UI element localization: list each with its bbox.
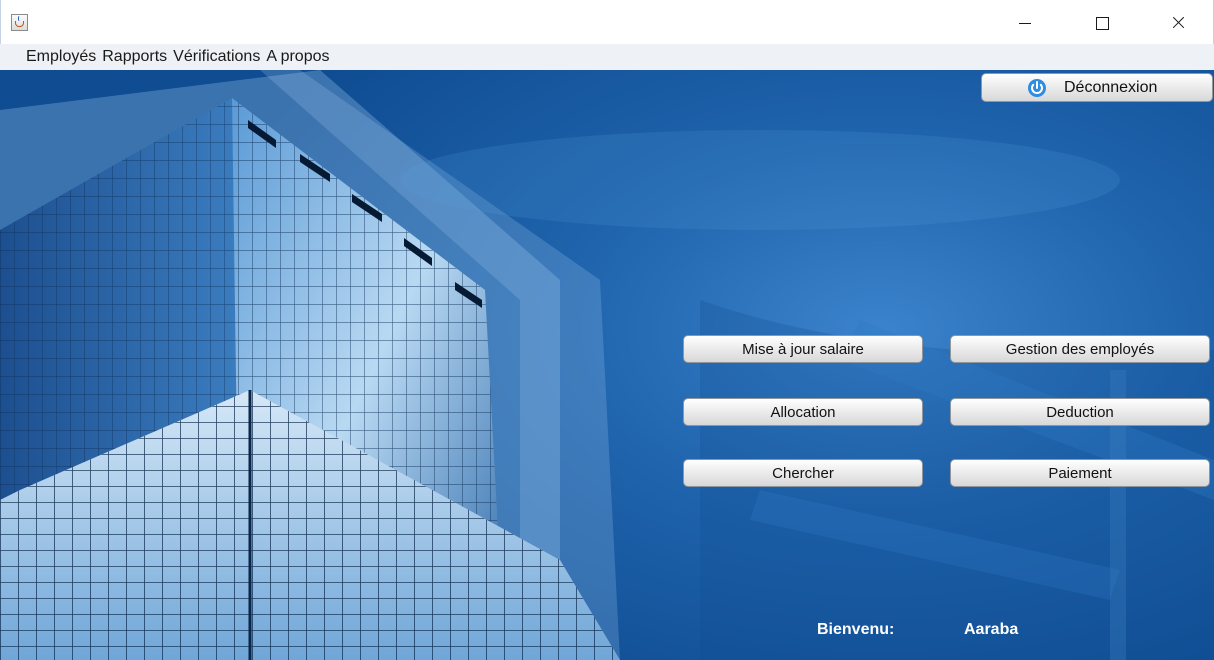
maximize-icon[interactable] [1079,12,1125,34]
search-button[interactable]: Chercher [683,459,923,487]
menu-employes[interactable]: Employés [26,46,96,68]
manage-employees-button[interactable]: Gestion des employés [950,335,1210,363]
skyscraper-background-image [0,70,1214,660]
logout-label: Déconnexion [1064,78,1158,96]
menu-verifications[interactable]: Vérifications [173,46,260,68]
allocation-button[interactable]: Allocation [683,398,923,426]
minimize-icon[interactable] [1001,12,1047,34]
menu-bar: Employés Rapports Vérifications A propos [0,44,1214,70]
menu-rapports[interactable]: Rapports [102,46,167,68]
power-icon [1028,79,1046,97]
deduction-button[interactable]: Deduction [950,398,1210,426]
menu-a-propos[interactable]: A propos [266,46,329,68]
update-salary-button[interactable]: Mise à jour salaire [683,335,923,363]
welcome-username: Aaraba [964,621,1019,638]
close-icon[interactable] [1155,12,1201,34]
java-cup-icon[interactable] [11,14,28,31]
logout-button[interactable]: Déconnexion [981,73,1213,102]
title-bar [0,0,1214,44]
payment-button[interactable]: Paiement [950,459,1210,487]
welcome-label: Bienvenu: [817,621,895,638]
main-panel: Déconnexion Mise à jour salaire Gestion … [0,70,1214,660]
